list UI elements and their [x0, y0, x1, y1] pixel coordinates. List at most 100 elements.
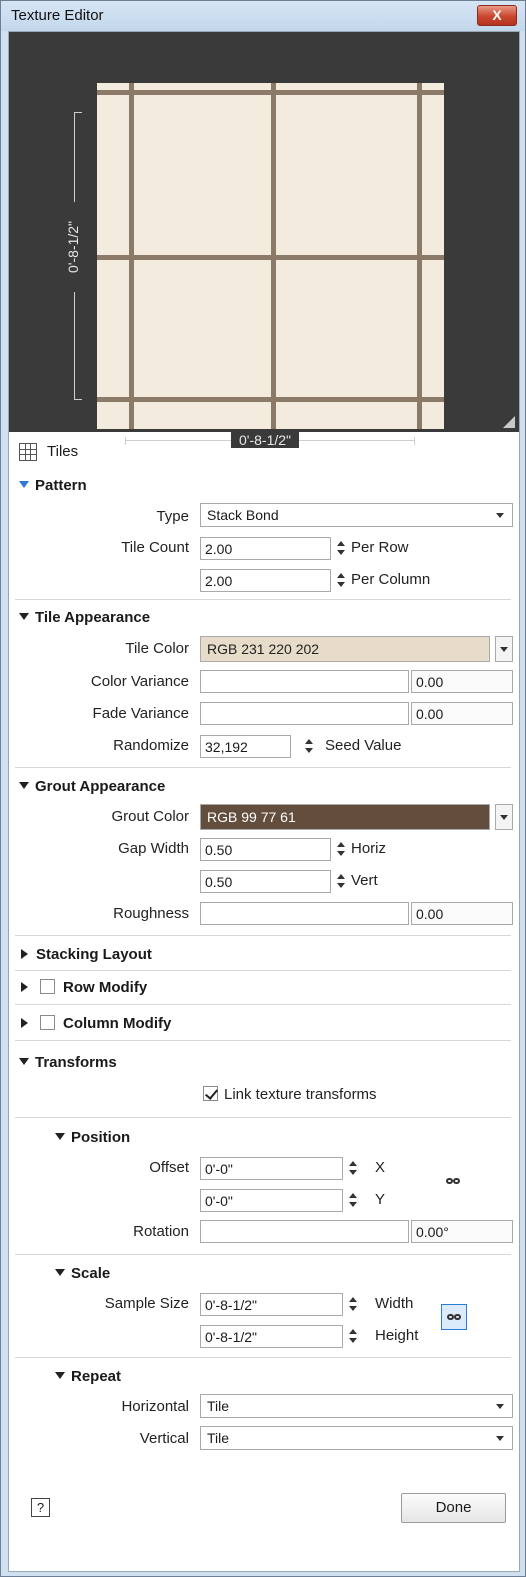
grout-line: [271, 83, 276, 429]
scale-section-toggle[interactable]: Scale: [55, 1265, 110, 1282]
offset-y-stepper[interactable]: [345, 1189, 361, 1211]
type-dropdown[interactable]: Stack Bond: [200, 503, 513, 527]
sample-size-label: Sample Size: [104, 1295, 189, 1312]
tile-color-menu-button[interactable]: [495, 636, 513, 662]
checkmark-icon: [203, 1086, 218, 1101]
vertical-label: Vertical: [139, 1430, 189, 1447]
offset-x-stepper[interactable]: [345, 1157, 361, 1179]
expand-arrow-icon: [19, 613, 29, 620]
pattern-section-label: Pattern: [35, 477, 87, 494]
sample-height-stepper[interactable]: [345, 1325, 361, 1347]
divider: [15, 1254, 511, 1255]
grout-color-swatch[interactable]: RGB 99 77 61: [200, 804, 490, 830]
chevron-down-icon: [496, 513, 504, 518]
title-bar[interactable]: Texture Editor X: [1, 1, 525, 31]
texture-preview: 0'-8-1/2" 0'-8-1/2": [9, 32, 519, 448]
grout-appearance-section-label: Grout Appearance: [35, 778, 166, 795]
row-modify-section-toggle[interactable]: Row Modify: [21, 979, 147, 996]
vertical-repeat-value: Tile: [207, 1430, 230, 1446]
repeat-section-toggle[interactable]: Repeat: [55, 1368, 121, 1385]
vertical-repeat-dropdown[interactable]: Tile: [200, 1426, 513, 1450]
divider: [15, 935, 511, 936]
fade-variance-value[interactable]: 0.00: [411, 702, 513, 725]
randomize-stepper[interactable]: [301, 735, 317, 757]
sample-width-stepper[interactable]: [345, 1293, 361, 1315]
divider: [15, 1357, 511, 1358]
link-position-icon[interactable]: [441, 1169, 467, 1195]
link-transforms-checkbox[interactable]: Link texture transforms: [203, 1086, 377, 1103]
horiz-unit: Horiz: [351, 840, 387, 857]
roughness-label: Roughness: [113, 905, 189, 922]
column-modify-checkbox[interactable]: [40, 1015, 55, 1030]
horizontal-repeat-value: Tile: [207, 1398, 230, 1414]
roughness-slider[interactable]: [200, 902, 409, 925]
horiz-gap-stepper[interactable]: [333, 838, 349, 860]
expand-arrow-icon: [19, 782, 29, 789]
offset-x-input[interactable]: 0'-0": [200, 1157, 343, 1180]
row-modify-checkbox[interactable]: [40, 979, 55, 994]
divider: [15, 1040, 511, 1041]
seed-value-label: Seed Value: [325, 737, 402, 754]
link-scale-icon[interactable]: [441, 1304, 467, 1330]
tiles-icon: [19, 443, 37, 461]
per-column-input[interactable]: 2.00: [200, 569, 331, 592]
collapse-arrow-icon: [21, 982, 28, 992]
position-section-toggle[interactable]: Position: [55, 1129, 130, 1146]
divider: [15, 1117, 511, 1118]
tile-count-label: Tile Count: [121, 539, 189, 556]
expand-arrow-icon: [55, 1269, 65, 1276]
expand-arrow-icon: [19, 1058, 29, 1065]
grout-color-label: Grout Color: [111, 808, 189, 825]
tile-color-swatch[interactable]: RGB 231 220 202: [200, 636, 490, 662]
height-dimension-label: 0'-8-1/2": [65, 202, 85, 292]
fade-variance-slider[interactable]: [200, 702, 409, 725]
sample-width-input[interactable]: 0'-8-1/2": [200, 1293, 343, 1316]
stacking-layout-section-toggle[interactable]: Stacking Layout: [21, 946, 152, 963]
position-section-label: Position: [71, 1129, 131, 1146]
close-button[interactable]: X: [477, 5, 517, 26]
per-row-input[interactable]: 2.00: [200, 537, 331, 560]
color-variance-value[interactable]: 0.00: [411, 670, 513, 693]
vert-gap-stepper[interactable]: [333, 870, 349, 892]
done-button[interactable]: Done: [401, 1493, 506, 1523]
horiz-gap-input[interactable]: 0.50: [200, 838, 331, 861]
horizontal-label: Horizontal: [121, 1398, 189, 1415]
per-row-unit: Per Row: [351, 539, 409, 556]
randomize-input[interactable]: 32,192: [200, 735, 291, 758]
color-variance-slider[interactable]: [200, 670, 409, 693]
column-modify-section-label: Column Modify: [63, 1015, 172, 1032]
rotation-slider[interactable]: [200, 1220, 409, 1243]
column-modify-section-toggle[interactable]: Column Modify: [21, 1015, 171, 1032]
stacking-layout-section-label: Stacking Layout: [36, 946, 152, 963]
divider: [15, 1004, 511, 1005]
horizontal-repeat-dropdown[interactable]: Tile: [200, 1394, 513, 1418]
pattern-section-toggle[interactable]: Pattern: [19, 477, 87, 494]
transforms-section-toggle[interactable]: Transforms: [19, 1054, 117, 1071]
editor-content: 0'-8-1/2" 0'-8-1/2" Tiles Pattern Type S…: [8, 31, 520, 1572]
scale-section-label: Scale: [71, 1265, 111, 1282]
grout-appearance-section-toggle[interactable]: Grout Appearance: [19, 778, 165, 795]
rotation-value[interactable]: 0.00°: [411, 1220, 513, 1243]
grout-color-menu-button[interactable]: [495, 804, 513, 830]
color-variance-label: Color Variance: [90, 673, 189, 690]
resize-grip-icon[interactable]: [503, 416, 515, 428]
vert-gap-input[interactable]: 0.50: [200, 870, 331, 893]
y-unit: Y: [375, 1191, 386, 1208]
grout-line: [129, 83, 134, 429]
tile-appearance-section-toggle[interactable]: Tile Appearance: [19, 609, 150, 626]
chevron-down-icon: [500, 647, 508, 652]
help-button[interactable]: ?: [31, 1498, 50, 1517]
offset-y-input[interactable]: 0'-0": [200, 1189, 343, 1212]
fade-variance-label: Fade Variance: [92, 705, 189, 722]
grout-line: [417, 83, 422, 429]
sample-height-input[interactable]: 0'-8-1/2": [200, 1325, 343, 1348]
collapse-arrow-icon: [21, 1018, 28, 1028]
per-column-stepper[interactable]: [333, 569, 349, 591]
gap-width-label: Gap Width: [118, 840, 189, 857]
per-row-stepper[interactable]: [333, 537, 349, 559]
per-column-unit: Per Column: [351, 571, 431, 588]
tile-preview-swatch: [97, 83, 444, 429]
x-unit: X: [375, 1159, 386, 1176]
height-unit: Height: [375, 1327, 419, 1344]
roughness-value[interactable]: 0.00: [411, 902, 513, 925]
